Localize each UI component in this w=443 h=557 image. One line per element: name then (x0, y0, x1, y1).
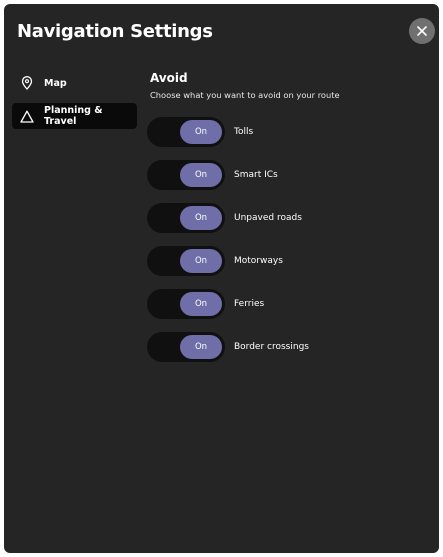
option-label: Ferries (234, 299, 265, 309)
avoid-option-smart-ics: On Smart ICs (147, 160, 278, 190)
toggle-knob: On (180, 249, 222, 273)
sidebar-item-label: Planning & Travel (44, 105, 103, 127)
avoid-option-motorways: On Motorways (147, 246, 283, 276)
option-label: Unpaved roads (234, 213, 302, 223)
ferries-toggle[interactable]: On (147, 289, 225, 319)
toggle-knob: On (180, 335, 222, 359)
sidebar-item-map[interactable]: Map (12, 70, 137, 96)
border-crossings-toggle[interactable]: On (147, 332, 225, 362)
sidebar-item-label: Map (44, 77, 67, 89)
close-button[interactable] (409, 18, 435, 44)
sidebar-item-planning-travel[interactable]: Planning & Travel (12, 103, 137, 129)
option-label: Border crossings (234, 342, 309, 352)
toggle-knob: On (180, 163, 222, 187)
option-label: Smart ICs (234, 170, 278, 180)
avoid-option-border-crossings: On Border crossings (147, 332, 309, 362)
avoid-option-ferries: On Ferries (147, 289, 264, 319)
settings-dialog: Navigation Settings Map Planning & Trave… (4, 4, 439, 553)
sidebar: Map Planning & Travel (12, 70, 137, 136)
toggle-knob: On (180, 120, 222, 144)
avoid-option-unpaved-roads: On Unpaved roads (147, 203, 302, 233)
option-label: Tolls (234, 127, 254, 137)
toggle-knob: On (180, 206, 222, 230)
avoid-option-tolls: On Tolls (147, 117, 253, 147)
unpaved-roads-toggle[interactable]: On (147, 203, 225, 233)
close-icon (417, 26, 427, 36)
triangle-icon (20, 109, 34, 123)
dialog-title: Navigation Settings (17, 21, 213, 42)
toggle-knob: On (180, 292, 222, 316)
motorways-toggle[interactable]: On (147, 246, 225, 276)
option-label: Motorways (234, 256, 283, 266)
section-title: Avoid (150, 71, 188, 85)
smart-ics-toggle[interactable]: On (147, 160, 225, 190)
tolls-toggle[interactable]: On (147, 117, 225, 147)
section-subtitle: Choose what you want to avoid on your ro… (150, 90, 340, 100)
location-pin-icon (20, 76, 34, 90)
